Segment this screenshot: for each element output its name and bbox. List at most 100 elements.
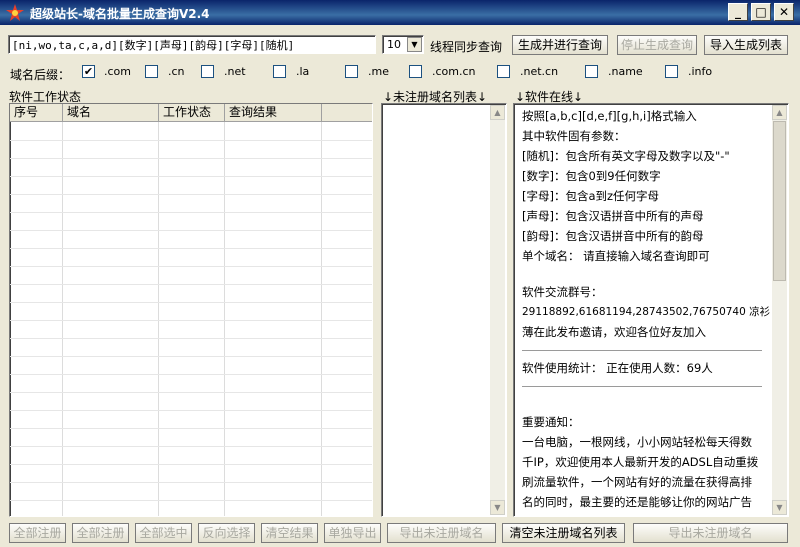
grid-line bbox=[10, 482, 372, 483]
grid-line bbox=[10, 464, 372, 465]
scroll-up-icon[interactable]: ▲ bbox=[490, 105, 505, 120]
clear-results-button[interactable]: 清空结果 bbox=[261, 523, 318, 543]
grid-line bbox=[10, 212, 372, 213]
checkbox-info[interactable] bbox=[665, 65, 678, 78]
scroll-thumb[interactable] bbox=[773, 121, 786, 281]
export-unregistered-button[interactable]: 导出未注册域名 bbox=[387, 523, 496, 543]
select-all-button[interactable]: 全部选中 bbox=[135, 523, 192, 543]
column-header-domain[interactable]: 域名 bbox=[63, 104, 159, 122]
grid-line bbox=[10, 194, 372, 195]
scroll-down-icon[interactable]: ▼ bbox=[772, 500, 787, 515]
grid-line bbox=[10, 356, 372, 357]
column-header-status[interactable]: 工作状态 bbox=[159, 104, 225, 122]
suffix-name-label: .name bbox=[608, 65, 643, 78]
info-line: 刷流量软件，一个网站有好的流量在获得高排 bbox=[522, 475, 752, 489]
info-line: 千IP，欢迎使用本人最新开发的ADSL自动重拨 bbox=[522, 455, 759, 469]
scroll-down-icon[interactable]: ▼ bbox=[490, 500, 505, 515]
thread-label: 线程同步查询 bbox=[430, 40, 503, 54]
grid-line bbox=[62, 122, 63, 516]
divider bbox=[522, 386, 762, 387]
status-table[interactable]: 序号 域名 工作状态 查询结果 bbox=[9, 103, 373, 517]
suffix-me-label: .me bbox=[368, 65, 389, 78]
export-unregistered-button-2[interactable]: 导出未注册域名 bbox=[633, 523, 788, 543]
maximize-button[interactable]: □ bbox=[751, 3, 771, 21]
checkbox-name[interactable] bbox=[585, 65, 598, 78]
unregistered-domain-list[interactable]: ▲ ▼ bbox=[381, 103, 507, 517]
info-line: [韵母]：包含汉语拼音中所有的韵母 bbox=[522, 229, 704, 243]
domain-pattern-input[interactable] bbox=[8, 35, 376, 54]
info-line: 软件使用统计： 正在使用人数：69人 bbox=[522, 361, 713, 375]
grid-line bbox=[10, 230, 372, 231]
grid-line bbox=[10, 374, 372, 375]
info-line: 名的同时，最主要的还是能够让你的网站广告 bbox=[522, 495, 752, 509]
info-line: 按照[a,b,c][d,e,f][g,h,i]格式输入 bbox=[522, 109, 697, 123]
grid-line bbox=[10, 500, 372, 501]
clear-unregistered-list-button[interactable]: 清空未注册域名列表 bbox=[502, 523, 625, 543]
register-all-button-2[interactable]: 全部注册 bbox=[72, 523, 129, 543]
grid-line bbox=[10, 320, 372, 321]
suffix-info-label: .info bbox=[688, 65, 713, 78]
suffix-com-cn-label: .com.cn bbox=[432, 65, 476, 78]
grid-line bbox=[10, 248, 372, 249]
export-single-button[interactable]: 单独导出 bbox=[324, 523, 381, 543]
info-line: [数字]：包含0到9任何数字 bbox=[522, 169, 661, 183]
grid-line bbox=[10, 140, 372, 141]
app-icon bbox=[6, 4, 24, 21]
grid-line bbox=[10, 266, 372, 267]
import-list-button[interactable]: 导入生成列表 bbox=[704, 35, 788, 55]
close-button[interactable]: ✕ bbox=[774, 3, 794, 21]
checkbox-com-cn[interactable] bbox=[409, 65, 422, 78]
grid-line bbox=[10, 410, 372, 411]
grid-line bbox=[10, 158, 372, 159]
suffix-la-label: .la bbox=[296, 65, 310, 78]
checkbox-com[interactable]: ✔ bbox=[82, 65, 95, 78]
chevron-down-icon[interactable]: ▼ bbox=[407, 37, 422, 52]
info-line: 单个域名： 请直接输入域名查询即可 bbox=[522, 249, 710, 263]
suffix-com-label: .com bbox=[104, 65, 131, 78]
info-line: 薄在此发布邀请，欢迎各位好友加入 bbox=[522, 325, 706, 339]
thread-count-select[interactable]: 10 ▼ bbox=[382, 35, 424, 54]
grid-line bbox=[10, 428, 372, 429]
grid-line bbox=[224, 122, 225, 516]
grid-line bbox=[10, 284, 372, 285]
grid-line bbox=[158, 122, 159, 516]
invert-selection-button[interactable]: 反向选择 bbox=[198, 523, 255, 543]
unregistered-scrollbar[interactable]: ▲ ▼ bbox=[490, 105, 505, 515]
stop-query-button[interactable]: 停止生成查询 bbox=[617, 35, 697, 55]
info-line: 一台电脑，一根网线，小小网站轻松每天得数 bbox=[522, 435, 752, 449]
grid-line bbox=[321, 122, 322, 516]
suffix-label: 域名后缀： bbox=[10, 68, 71, 82]
grid-line bbox=[10, 446, 372, 447]
checkbox-la[interactable] bbox=[273, 65, 286, 78]
grid-line bbox=[10, 392, 372, 393]
column-header-filler bbox=[322, 104, 372, 122]
minimize-button[interactable]: _ bbox=[728, 3, 748, 21]
generate-query-button[interactable]: 生成并进行查询 bbox=[512, 35, 608, 55]
info-line: [字母]：包含a到z任何字母 bbox=[522, 189, 660, 203]
info-scrollbar[interactable]: ▲ ▼ bbox=[772, 105, 787, 515]
checkbox-cn[interactable] bbox=[145, 65, 158, 78]
divider bbox=[522, 350, 762, 351]
grid-line bbox=[10, 302, 372, 303]
checkbox-net-cn[interactable] bbox=[497, 65, 510, 78]
online-info-panel: 按照[a,b,c][d,e,f][g,h,i]格式输入 其中软件固有参数： [随… bbox=[513, 103, 789, 517]
grid-line bbox=[10, 176, 372, 177]
window-title: 超级站长-域名批量生成查询V2.4 bbox=[30, 7, 210, 21]
title-bar: 超级站长-域名批量生成查询V2.4 _ □ ✕ bbox=[0, 0, 800, 25]
checkbox-net[interactable] bbox=[201, 65, 214, 78]
info-line: 29118892,61681194,28743502,76750740 凉衫 bbox=[522, 306, 771, 318]
suffix-cn-label: .cn bbox=[168, 65, 185, 78]
column-header-index[interactable]: 序号 bbox=[10, 104, 63, 122]
info-line: 软件交流群号： bbox=[522, 285, 603, 299]
grid-line bbox=[10, 338, 372, 339]
info-line: 其中软件固有参数： bbox=[522, 129, 626, 143]
column-header-result[interactable]: 查询结果 bbox=[225, 104, 322, 122]
info-line: [声母]：包含汉语拼音中所有的声母 bbox=[522, 209, 704, 223]
scroll-up-icon[interactable]: ▲ bbox=[772, 105, 787, 120]
suffix-net-cn-label: .net.cn bbox=[520, 65, 559, 78]
checkbox-me[interactable] bbox=[345, 65, 358, 78]
info-line: [随机]：包含所有英文字母及数字以及"-" bbox=[522, 149, 730, 163]
thread-count-value: 10 bbox=[387, 38, 401, 51]
register-all-button[interactable]: 全部注册 bbox=[9, 523, 66, 543]
suffix-net-label: .net bbox=[224, 65, 246, 78]
